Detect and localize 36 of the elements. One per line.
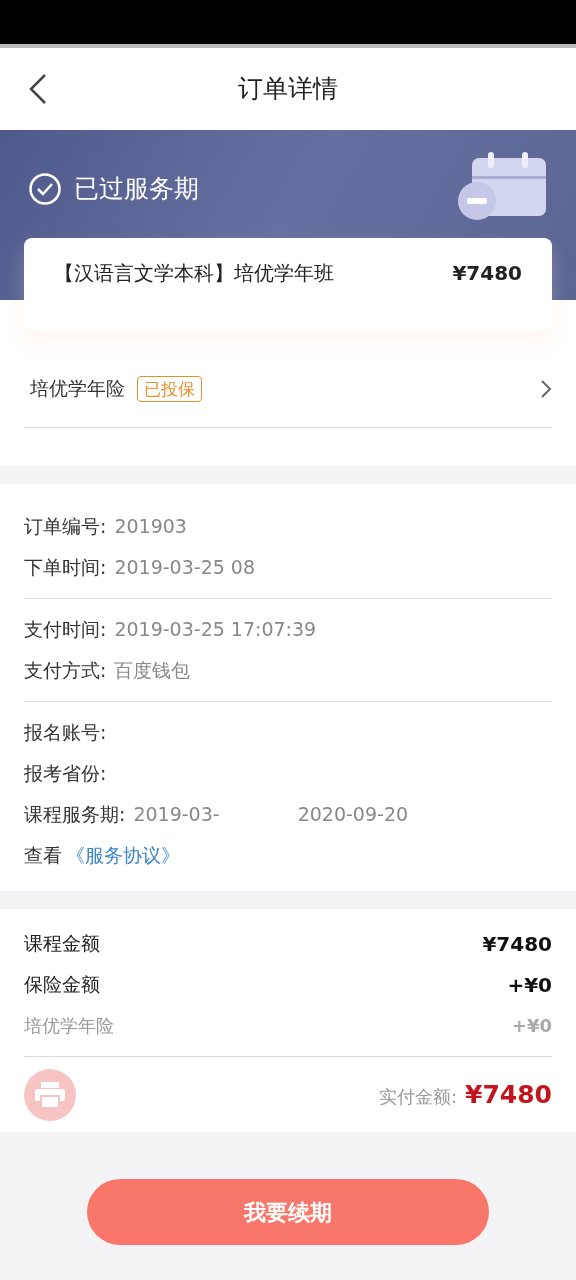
amount-label: 保险金额 [24,972,100,998]
page-title: 订单详情 [238,73,338,106]
total-amount: ¥7480 [465,1078,552,1111]
chevron-right-icon [540,378,552,399]
info-value: 2019-03- [133,802,220,828]
amount-label: 培优学年险 [24,1014,114,1038]
insured-tag: 已投保 [137,375,202,402]
status-label: 已过服务期 [74,173,199,205]
product-price: ¥7480 [452,260,522,287]
info-value: 2020-09-20 [297,802,409,828]
product-name: 【汉语言文学本科】培优学年班 [54,260,334,287]
amount-label: 课程金额 [24,931,100,957]
total-label: 实付金额: [378,1084,457,1109]
info-label: 报名账号: [24,720,107,746]
view-label: 查看 [24,842,62,868]
info-value: 百度钱包 [114,658,191,684]
amount-value: +¥0 [507,971,552,999]
printer-icon [35,1081,65,1108]
check-circle-icon [28,171,62,206]
calendar-icon [458,152,548,222]
renew-button[interactable]: 我要续期 [87,1179,489,1245]
insurance-row[interactable]: 培优学年险 已投保 [24,350,552,428]
info-label: 下单时间: [24,555,107,581]
info-label: 支付时间: [24,617,107,643]
info-value: 2019-03-25 08 [114,555,256,581]
info-value: 2019-03-25 17:07:39 [114,617,317,643]
info-value: 201903 [114,514,187,540]
amount-value: ¥7480 [482,930,552,958]
info-label: 报考省份: [24,761,107,787]
info-label: 订单编号: [24,514,107,540]
info-label: 支付方式: [24,658,107,684]
back-icon[interactable] [28,73,48,105]
agreement-link[interactable]: 《服务协议》 [66,840,180,870]
info-label: 课程服务期: [24,802,126,828]
insurance-label: 培优学年险 [30,376,125,402]
amount-value: +¥0 [511,1014,552,1038]
